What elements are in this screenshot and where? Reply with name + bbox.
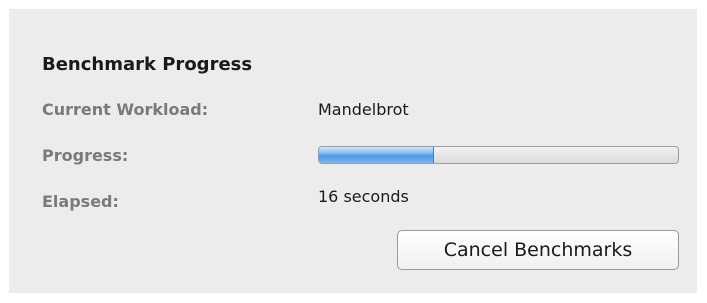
progress-label: Progress: [42, 146, 129, 165]
progress-bar-fill [319, 147, 434, 163]
current-workload-value: Mandelbrot [318, 100, 409, 119]
current-workload-label: Current Workload: [42, 100, 209, 119]
elapsed-label: Elapsed: [42, 192, 119, 211]
progress-bar [318, 146, 679, 164]
elapsed-value: 16 seconds [318, 187, 409, 206]
benchmark-progress-panel: Benchmark Progress Current Workload: Man… [9, 9, 697, 293]
panel-title: Benchmark Progress [42, 54, 253, 75]
cancel-benchmarks-button[interactable]: Cancel Benchmarks [397, 230, 679, 270]
